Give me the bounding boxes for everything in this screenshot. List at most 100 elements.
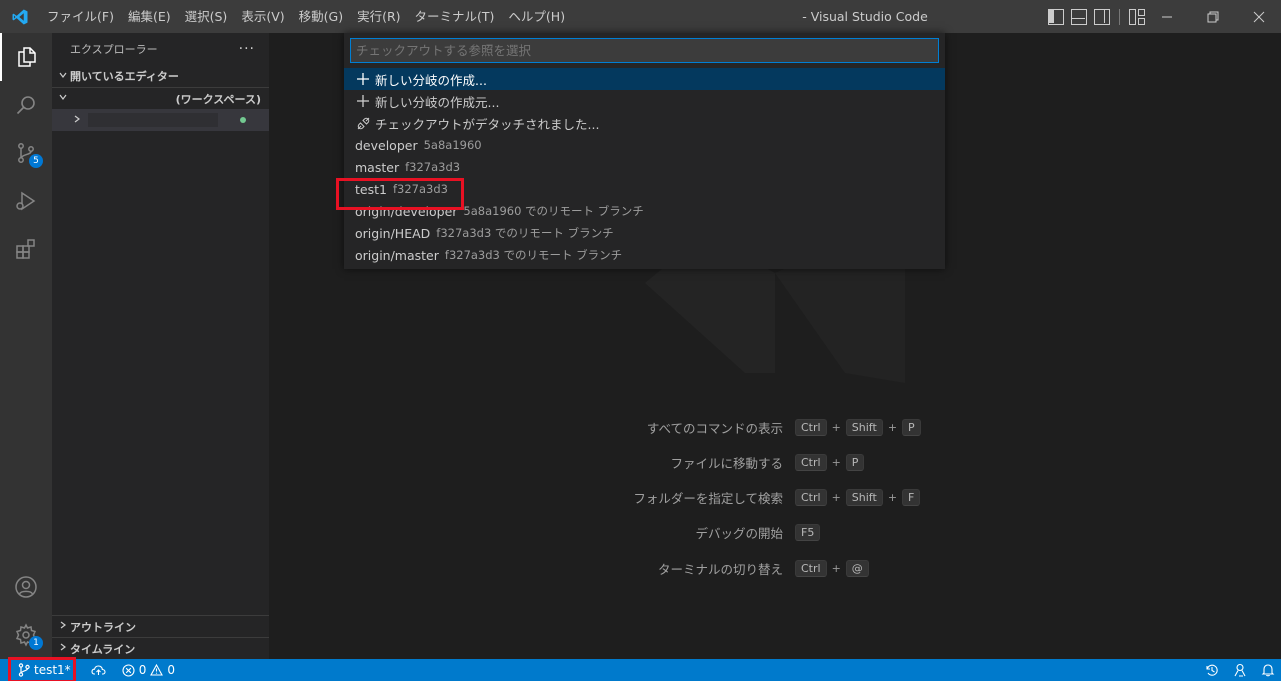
branch-name: origin/HEAD: [355, 225, 431, 241]
timeline-section[interactable]: タイムライン: [52, 637, 269, 659]
run-debug-icon[interactable]: [0, 177, 52, 225]
layout-controls: [1048, 0, 1145, 33]
customize-layout-icon[interactable]: [1129, 8, 1145, 25]
history-icon[interactable]: [1205, 663, 1219, 677]
vscode-logo-icon: [0, 0, 40, 33]
shortcut-label: デバッグの開始: [695, 525, 783, 541]
close-window-icon[interactable]: [1236, 0, 1281, 33]
feedback-icon[interactable]: [1233, 663, 1247, 677]
quick-pick-input[interactable]: [350, 38, 939, 63]
item-label: 新しい分岐の作成...: [375, 72, 487, 88]
shortcut-keys: Ctrl + @: [795, 559, 869, 577]
layout-separator: [1119, 8, 1120, 25]
menu-go[interactable]: 移動(G): [292, 0, 350, 33]
extensions-icon[interactable]: [0, 225, 52, 273]
keycap: Ctrl: [795, 488, 827, 506]
warning-count: 0: [167, 663, 175, 677]
menu-file[interactable]: ファイル(F): [40, 0, 121, 33]
tree-folder-row[interactable]: [52, 109, 269, 131]
keycap: Ctrl: [795, 453, 827, 471]
shortcut-label: ターミナルの切り替え: [657, 561, 783, 577]
explorer-sidebar: エクスプローラー ··· 開いているエディター (ワークスペース) アウトライン…: [52, 33, 269, 659]
checkout-detached-item[interactable]: チェックアウトがデタッチされました...: [344, 112, 945, 134]
shortcut-row: デバッグの開始 F5: [269, 522, 1281, 542]
branch-item-master[interactable]: master f327a3d3: [344, 156, 945, 178]
status-bar-right: [1205, 659, 1275, 681]
shortcut-keys: Ctrl + Shift + P: [795, 418, 921, 436]
shortcut-keys: F5: [795, 523, 821, 541]
workspace-title: (ワークスペース): [175, 92, 261, 106]
open-editors-section[interactable]: 開いているエディター: [52, 65, 269, 87]
create-branch-item[interactable]: 新しい分岐の作成...: [344, 68, 945, 90]
menu-terminal[interactable]: ターミナル(T): [408, 0, 502, 33]
menu-help[interactable]: ヘルプ(H): [501, 0, 572, 33]
menu-selection[interactable]: 選択(S): [178, 0, 235, 33]
menu-edit[interactable]: 編集(E): [121, 0, 178, 33]
keycap: @: [845, 559, 869, 577]
shortcut-row: フォルダーを指定して検索 Ctrl + Shift + F: [269, 487, 1281, 507]
branch-name: master: [355, 159, 400, 175]
title-bar: ファイル(F) 編集(E) 選択(S) 表示(V) 移動(G) 実行(R) ター…: [0, 0, 1281, 33]
keycap: Ctrl: [795, 559, 827, 577]
plus-icon: [355, 73, 371, 85]
problems-status[interactable]: 0 0: [116, 659, 181, 681]
remote-description: f327a3d3 でのリモート ブランチ: [444, 248, 623, 262]
keycap: F: [902, 488, 921, 506]
error-count: 0: [138, 663, 147, 677]
menu-bar: ファイル(F) 編集(E) 選択(S) 表示(V) 移動(G) 実行(R) ター…: [40, 0, 572, 33]
remote-branch-item-master[interactable]: origin/master f327a3d3 でのリモート ブランチ: [344, 244, 945, 266]
more-actions-icon[interactable]: ···: [239, 41, 255, 57]
modified-dot-icon: [240, 117, 246, 123]
error-icon: [122, 663, 135, 677]
workspace-section[interactable]: (ワークスペース): [52, 87, 269, 109]
keycap: Shift: [845, 418, 883, 436]
branch-item-developer[interactable]: developer 5a8a1960: [344, 134, 945, 156]
minimize-icon[interactable]: [1144, 0, 1190, 33]
test1-highlight-annotation: [336, 178, 464, 210]
toggle-panel-icon[interactable]: [1071, 8, 1087, 25]
menu-run[interactable]: 実行(R): [350, 0, 407, 33]
explorer-icon[interactable]: [0, 33, 52, 81]
scm-badge: 5: [29, 154, 43, 168]
shortcut-row: すべてのコマンドの表示 Ctrl + Shift + P: [269, 417, 1281, 437]
commit-hash: 5a8a1960: [423, 138, 482, 152]
keycap: Ctrl: [795, 418, 827, 436]
toggle-primary-sidebar-icon[interactable]: [1048, 8, 1064, 25]
status-bar: test1* 0 0: [0, 659, 1281, 681]
notifications-bell-icon[interactable]: [1261, 663, 1275, 677]
search-icon[interactable]: [0, 81, 52, 129]
accounts-icon[interactable]: [0, 563, 52, 611]
source-control-icon[interactable]: 5: [0, 129, 52, 177]
shortcut-label: フォルダーを指定して検索: [633, 490, 783, 506]
item-label: チェックアウトがデタッチされました...: [375, 116, 600, 132]
shortcut-row: ターミナルの切り替え Ctrl + @: [269, 558, 1281, 578]
plus-icon: [355, 95, 371, 107]
settings-gear-icon[interactable]: 1: [0, 611, 52, 659]
shortcut-row: ファイルに移動する Ctrl + P: [269, 452, 1281, 472]
create-branch-from-item[interactable]: 新しい分岐の作成元...: [344, 90, 945, 112]
branch-name: developer: [355, 137, 418, 153]
timeline-label: タイムライン: [70, 642, 136, 656]
branch-name: origin/master: [355, 247, 439, 263]
restore-icon[interactable]: [1190, 0, 1236, 33]
screen-bottom-strip: [0, 681, 1281, 686]
chevron-right-icon: [70, 114, 84, 127]
menu-view[interactable]: 表示(V): [234, 0, 291, 33]
quick-pick-list: 新しい分岐の作成... 新しい分岐の作成元... チェックアウトがデタッチされま…: [344, 68, 945, 266]
item-label: 新しい分岐の作成元...: [375, 94, 500, 110]
shortcut-keys: Ctrl + Shift + F: [795, 488, 921, 506]
outline-label: アウトライン: [70, 620, 136, 634]
window-controls: [1144, 0, 1281, 33]
window-title: - Visual Studio Code: [802, 9, 928, 24]
remote-description: 5a8a1960 でのリモート ブランチ: [463, 204, 644, 218]
open-editors-label: 開いているエディター: [70, 70, 179, 83]
toggle-secondary-sidebar-icon[interactable]: [1094, 8, 1110, 25]
cloud-upload-icon: [91, 665, 106, 675]
chevron-right-icon: [56, 642, 70, 655]
remote-branch-item-head[interactable]: origin/HEAD f327a3d3 でのリモート ブランチ: [344, 222, 945, 244]
shortcut-label: ファイルに移動する: [670, 455, 783, 471]
outline-section[interactable]: アウトライン: [52, 615, 269, 637]
sync-status[interactable]: [85, 659, 112, 681]
debug-disconnect-icon: [355, 117, 371, 130]
keycap: P: [845, 453, 865, 471]
